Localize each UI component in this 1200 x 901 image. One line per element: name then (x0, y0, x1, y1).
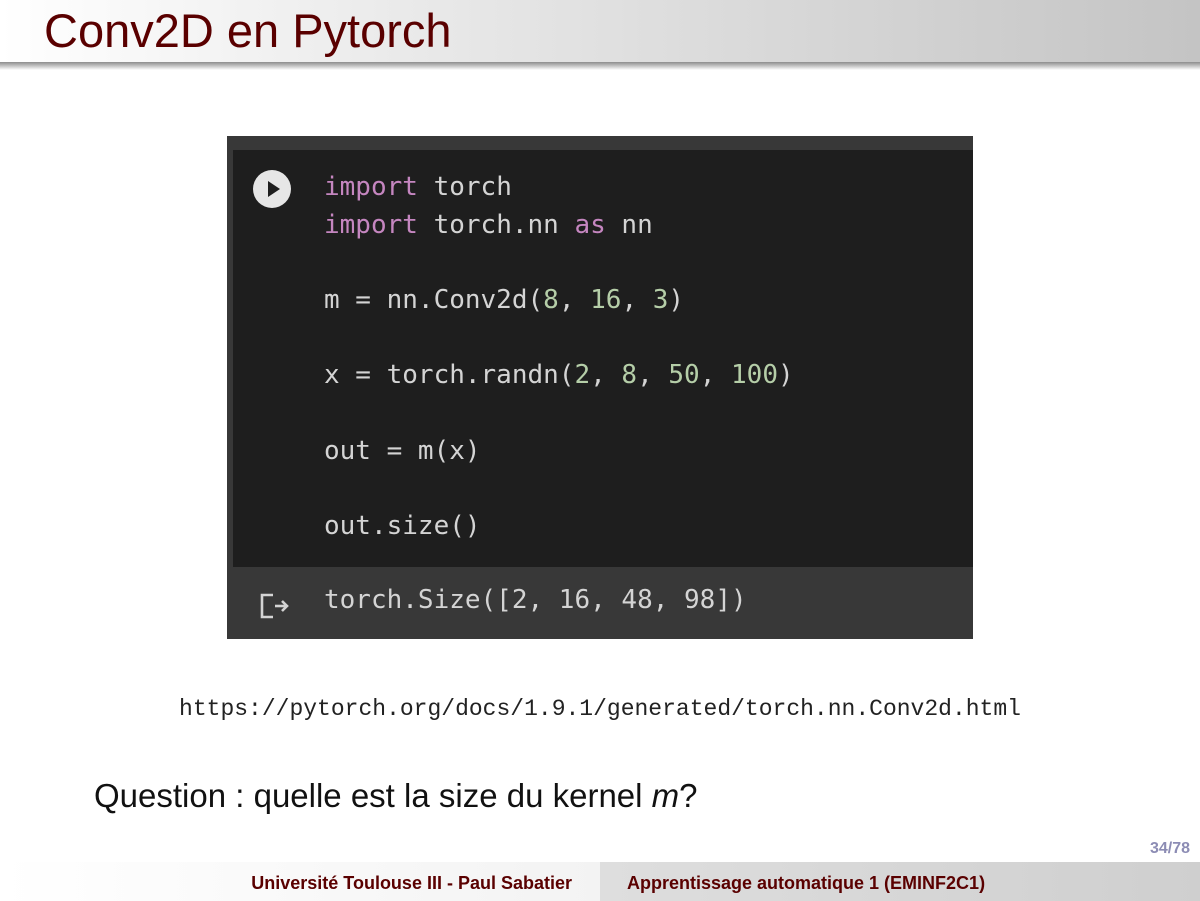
code-number: 2 (574, 360, 591, 391)
footer-institution-panel: Université Toulouse III - Paul Sabatier (0, 862, 600, 901)
code-block: import torch import torch.nn as nn m = nn.… (324, 169, 794, 546)
header-shadow (0, 62, 1200, 70)
output-arrow-icon (260, 593, 289, 619)
question-mark: ? (679, 777, 698, 814)
slide-title: Conv2D en Pytorch (44, 4, 452, 57)
question-text: Question : quelle est la size du kernel … (94, 777, 698, 815)
code-line: import torch.nn as nn (324, 207, 794, 245)
code-keyword: as (574, 209, 606, 240)
slide-footer: Université Toulouse III - Paul Sabatier … (0, 862, 1200, 901)
code-token: out = m(x) (324, 435, 481, 466)
footer-course: Apprentissage automatique 1 (EMINF2C1) (627, 873, 986, 893)
code-token: torch (417, 172, 512, 202)
code-token: , (699, 360, 732, 391)
code-token: x = torch.randn( (324, 360, 575, 391)
code-line: out = m(x) (324, 433, 794, 471)
question-variable: m (651, 777, 680, 814)
code-token: , (621, 285, 653, 316)
reference-url[interactable]: https://pytorch.org/docs/1.9.1/generated… (0, 696, 1200, 722)
code-number: 8 (543, 285, 559, 316)
code-number: 16 (590, 285, 622, 316)
code-line: x = torch.randn(2, 8, 50, 100) (324, 357, 794, 395)
slide-header: Conv2D en Pytorch (0, 0, 1200, 62)
code-number: 8 (621, 360, 638, 391)
code-line: import torch (324, 169, 794, 207)
code-number: 3 (652, 285, 669, 316)
code-token: nn (605, 209, 653, 240)
code-token: torch.nn (417, 209, 575, 240)
footer-institution: Université Toulouse III - Paul Sabatier (251, 873, 572, 893)
code-token: , (590, 360, 622, 391)
code-token: out.size() (324, 511, 481, 542)
code-keyword: import (324, 172, 418, 202)
code-token: , (558, 285, 591, 316)
code-token: , (637, 360, 669, 391)
code-number: 100 (731, 360, 778, 391)
code-line: m = nn.Conv2d(8, 16, 3) (324, 282, 794, 320)
code-token: ) (777, 360, 794, 391)
code-token: ) (668, 285, 685, 316)
code-line: out.size() (324, 508, 794, 546)
code-token: m = nn.Conv2d( (324, 285, 544, 316)
question-label: Question : quelle est la size du kernel (94, 777, 652, 814)
cell-output: torch.Size([2, 16, 48, 98]) (324, 585, 747, 615)
page-number: 34/78 (1149, 840, 1190, 857)
play-circle-icon (268, 181, 280, 197)
code-keyword: import (324, 209, 418, 240)
footer-course-panel: Apprentissage automatique 1 (EMINF2C1) (600, 862, 1200, 901)
run-cell-button[interactable] (253, 170, 291, 208)
code-number: 50 (668, 360, 700, 391)
